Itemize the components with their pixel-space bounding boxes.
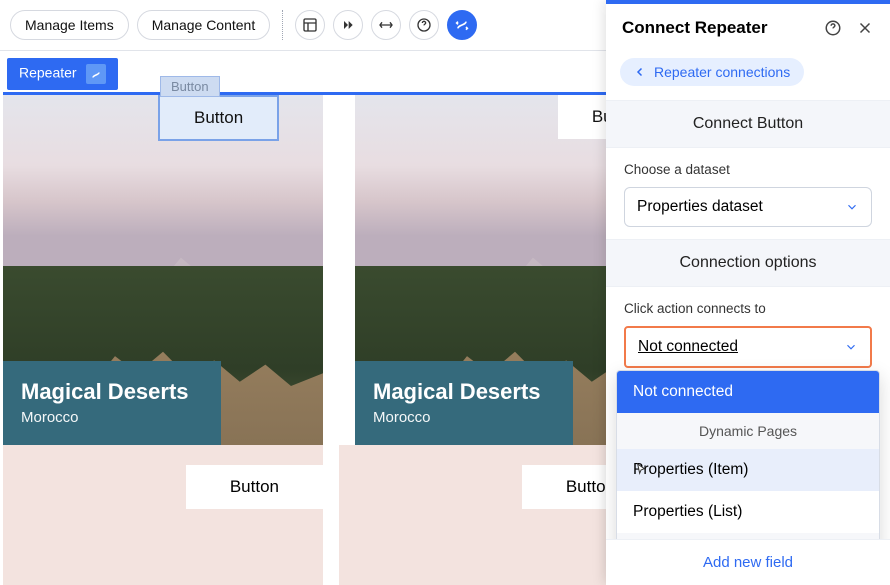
stretch-icon[interactable]	[371, 10, 401, 40]
repeater-tag-label: Repeater	[19, 65, 77, 81]
layout-icon[interactable]	[295, 10, 325, 40]
dropdown-option-properties-item[interactable]: Properties (Item)	[617, 449, 879, 491]
click-action-field: Click action connects to Not connected	[606, 287, 890, 374]
manage-items-button[interactable]: Manage Items	[10, 10, 129, 40]
dropdown-option-label: Properties (Item)	[633, 461, 748, 479]
panel-help-icon[interactable]	[824, 19, 842, 37]
dataset-select[interactable]: Properties dataset	[624, 187, 872, 227]
dropdown-option-properties-list[interactable]: Properties (List)	[617, 491, 879, 533]
dropdown-option-label: Not connected	[633, 383, 733, 401]
breadcrumb-label: Repeater connections	[654, 64, 790, 80]
button-element-outline-label: Button	[160, 76, 220, 97]
connect-data-icon[interactable]	[447, 10, 477, 40]
card-location: Morocco	[373, 409, 555, 426]
panel-title: Connect Repeater	[622, 18, 767, 38]
add-new-field-link[interactable]: Add new field	[606, 539, 890, 585]
choose-dataset-label: Choose a dataset	[624, 162, 872, 177]
click-action-select[interactable]: Not connected	[624, 326, 872, 368]
manage-content-button[interactable]: Manage Content	[137, 10, 271, 40]
card-button[interactable]: Button	[186, 465, 323, 509]
choose-dataset-field: Choose a dataset Properties dataset	[606, 148, 890, 233]
repeater-item[interactable]: Button	[3, 445, 323, 585]
repeater-tag-connect-icon[interactable]	[86, 64, 106, 84]
card-button-selected[interactable]: Button	[158, 95, 279, 141]
chevron-left-icon	[634, 66, 646, 78]
dataset-select-value: Properties dataset	[637, 198, 763, 216]
repeater-tag[interactable]: Repeater	[7, 58, 118, 90]
dropdown-option-not-connected[interactable]: Not connected	[617, 371, 879, 413]
connect-button-heading: Connect Button	[606, 100, 890, 148]
dropdown-option-label: Properties (List)	[633, 503, 742, 521]
close-icon[interactable]	[856, 19, 874, 37]
click-action-label: Click action connects to	[624, 301, 872, 316]
repeater-row-2: Button Button	[3, 445, 659, 585]
animation-icon[interactable]	[333, 10, 363, 40]
connection-options-heading: Connection options	[606, 239, 890, 287]
cursor-icon	[633, 462, 649, 478]
card-title: Magical Deserts	[21, 379, 203, 405]
card-title: Magical Deserts	[373, 379, 555, 405]
click-action-value: Not connected	[638, 338, 738, 356]
breadcrumb-back[interactable]: Repeater connections	[620, 58, 804, 86]
dropdown-group-dynamic-pages: Dynamic Pages	[617, 413, 879, 449]
chevron-down-icon	[844, 340, 858, 354]
help-icon[interactable]	[409, 10, 439, 40]
panel-header: Connect Repeater	[606, 4, 890, 52]
toolbar-divider	[282, 10, 283, 40]
connect-repeater-panel: Connect Repeater Repeater connections Co…	[606, 0, 890, 585]
card-location: Morocco	[21, 409, 203, 426]
chevron-down-icon	[845, 200, 859, 214]
